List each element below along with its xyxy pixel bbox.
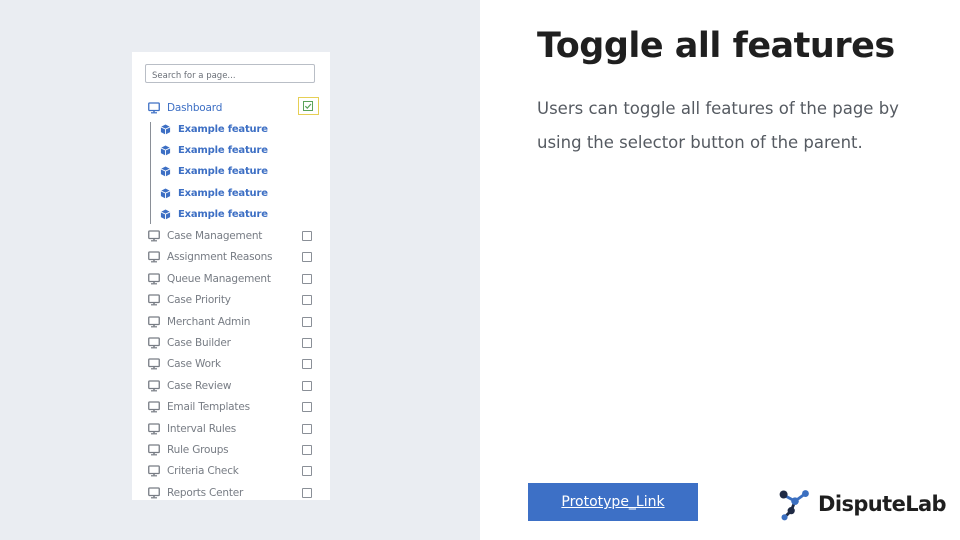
page-checkbox[interactable] <box>302 273 312 284</box>
feature-label: Example feature <box>178 144 268 156</box>
page-item-label: Reports Center <box>167 486 244 499</box>
monitor-icon <box>148 487 160 499</box>
feature-label: Example feature <box>178 166 268 178</box>
page-title: Toggle all features <box>537 26 895 66</box>
monitor-icon <box>148 315 160 327</box>
monitor-icon <box>148 273 160 285</box>
page-item[interactable]: Rule Groups <box>148 440 324 460</box>
disputelab-logo-icon <box>779 490 809 521</box>
feature-item[interactable]: Example feature <box>160 183 320 203</box>
page-checkbox[interactable] <box>302 252 312 263</box>
page-item-label: Case Management <box>167 230 263 242</box>
monitor-icon <box>148 358 160 370</box>
cube-icon <box>160 166 171 177</box>
brand-name: DisputeLab <box>818 492 947 516</box>
monitor-icon <box>148 401 160 413</box>
page-checkbox[interactable] <box>302 402 312 413</box>
monitor-icon <box>148 465 160 477</box>
feature-item[interactable]: Example feature <box>160 162 320 182</box>
page-item-label: Case Review <box>167 379 232 392</box>
page-item-label: Dashboard <box>167 102 223 114</box>
checkbox-checked-icon <box>303 101 313 111</box>
page-item[interactable]: Email Templates <box>148 397 324 417</box>
page-item[interactable]: Case Management <box>148 226 324 246</box>
brand-logo: DisputeLab <box>776 484 947 524</box>
page-item-label: Interval Rules <box>167 422 237 435</box>
page-checkbox[interactable] <box>302 445 312 455</box>
page-checkbox[interactable] <box>302 487 312 498</box>
monitor-icon <box>148 251 160 263</box>
page-item-label: Email Templates <box>167 401 250 414</box>
monitor-icon <box>148 230 160 242</box>
page-checkbox[interactable] <box>302 338 312 348</box>
page-item-label: Case Builder <box>167 337 231 349</box>
page-item-label: Queue Management <box>167 272 271 285</box>
page-item[interactable]: Assignment Reasons <box>148 247 324 267</box>
page-checkbox[interactable] <box>302 466 312 477</box>
page-item-label: Rule Groups <box>167 444 229 456</box>
search-input[interactable] <box>146 67 314 85</box>
cube-icon <box>160 124 171 134</box>
monitor-icon <box>148 444 160 456</box>
feature-item[interactable]: Example feature <box>160 119 320 139</box>
description-text: Users can toggle all features of the pag… <box>537 99 899 152</box>
page-item[interactable]: Merchant Admin <box>148 312 324 332</box>
monitor-icon <box>148 294 160 306</box>
cube-icon <box>160 188 171 199</box>
page-item-label: Assignment Reasons <box>167 251 273 264</box>
search-box[interactable] <box>145 64 315 85</box>
page-item[interactable]: Interval Rules <box>148 419 324 439</box>
parent-checkbox[interactable] <box>298 97 319 115</box>
monitor-icon <box>148 337 160 349</box>
cube-icon <box>160 145 171 156</box>
left-pane: Dashboard Example feature Example feature… <box>0 0 480 540</box>
feature-label: Example feature <box>178 187 268 199</box>
page-item[interactable]: Case Builder <box>148 333 324 353</box>
page-checkbox[interactable] <box>302 380 312 391</box>
prototype-link-button[interactable]: Prototype_Link <box>528 483 698 521</box>
cube-icon <box>160 209 171 220</box>
feature-item[interactable]: Example feature <box>160 140 320 160</box>
page-item[interactable]: Reports Center <box>148 483 324 500</box>
page-checkbox[interactable] <box>302 316 312 327</box>
feature-label: Example feature <box>178 209 268 221</box>
feature-item[interactable]: Example feature <box>160 205 320 225</box>
page-checkbox[interactable] <box>302 423 312 434</box>
page-checkbox[interactable] <box>302 295 312 306</box>
page-checkbox[interactable] <box>302 359 312 370</box>
monitor-icon <box>148 422 160 434</box>
monitor-icon <box>148 102 160 114</box>
page-item-dashboard[interactable]: Dashboard <box>148 97 324 118</box>
page-item[interactable]: Queue Management <box>148 269 324 289</box>
page-item[interactable]: Criteria Check <box>148 461 324 481</box>
page-item-label: Criteria Check <box>167 465 239 478</box>
page-item-label: Case Priority <box>167 294 231 307</box>
monitor-icon <box>148 380 160 392</box>
page-item-label: Case Work <box>167 358 221 371</box>
page-selector-panel: Dashboard Example feature Example feature… <box>132 52 330 500</box>
feature-tree-line <box>150 122 151 224</box>
page-item[interactable]: Case Priority <box>148 290 324 310</box>
page-checkbox[interactable] <box>302 231 312 241</box>
page-item[interactable]: Case Work <box>148 354 324 374</box>
feature-label: Example feature <box>178 123 268 135</box>
page-item[interactable]: Case Review <box>148 376 324 396</box>
page-item-label: Merchant Admin <box>167 315 251 328</box>
